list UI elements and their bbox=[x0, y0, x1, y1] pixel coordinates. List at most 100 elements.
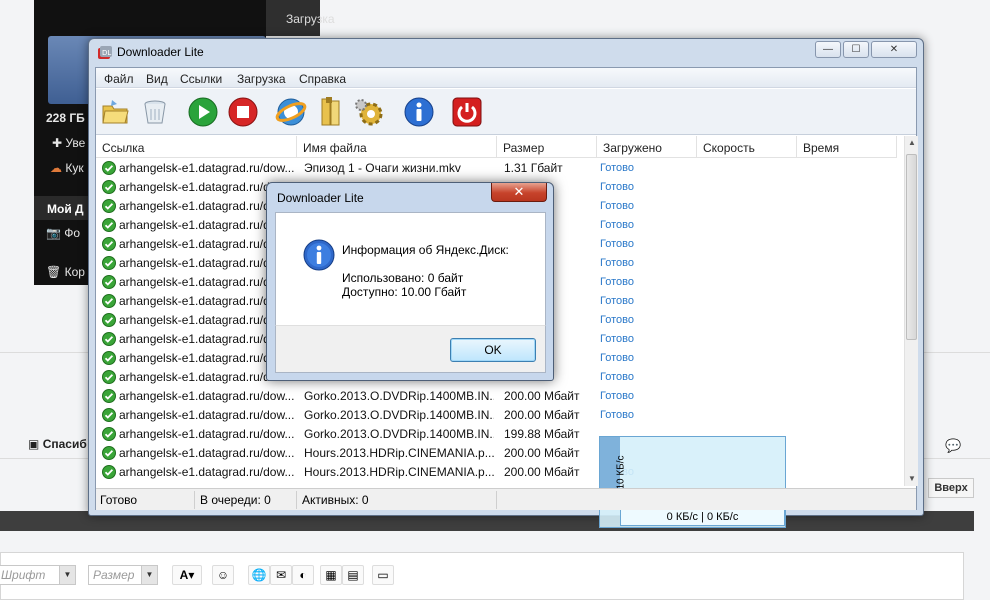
close-button[interactable]: ✕ bbox=[871, 41, 917, 58]
menu-links[interactable]: Ссылки bbox=[180, 72, 222, 86]
check-icon bbox=[102, 370, 116, 384]
picture-icon[interactable]: ▦ bbox=[320, 565, 342, 585]
column-header-time[interactable]: Время bbox=[797, 136, 897, 158]
font-combo[interactable]: Шрифт ▼ bbox=[0, 565, 76, 585]
cell-downloaded: Готово bbox=[600, 295, 634, 307]
yandex-disk-info-dialog: Downloader Lite ✕ Информация об Яндекс.Д… bbox=[266, 182, 554, 381]
sidebar-item-photos[interactable]: 📷 Фо bbox=[46, 226, 80, 240]
cell-size: 200.00 Мбайт bbox=[504, 446, 580, 460]
scrollbar-thumb[interactable] bbox=[906, 154, 917, 340]
cell-downloaded: Готово bbox=[600, 352, 634, 364]
ie-browser-icon[interactable] bbox=[274, 95, 308, 129]
power-icon[interactable] bbox=[450, 95, 484, 129]
open-folder-icon[interactable] bbox=[98, 95, 132, 129]
background-top-tab[interactable]: Загрузка bbox=[266, 0, 335, 36]
check-icon bbox=[102, 161, 116, 175]
status-separator bbox=[296, 491, 297, 509]
link-icon[interactable]: 🌐 bbox=[248, 565, 270, 585]
scroll-up-button[interactable]: Вверх bbox=[928, 478, 974, 498]
cell-filename: Gorko.2013.O.DVDRip.1400MB.IN... bbox=[304, 408, 494, 422]
column-header-filename[interactable]: Имя файла bbox=[297, 136, 497, 158]
video-icon[interactable]: ▤ bbox=[342, 565, 364, 585]
check-icon bbox=[102, 218, 116, 232]
cell-downloaded: Готово bbox=[600, 200, 634, 212]
cell-filename: Hours.2013.HDRip.CINEMANIA.p... bbox=[304, 446, 494, 460]
cell-filename: Hours.2013.HDRip.CINEMANIA.p... bbox=[304, 465, 494, 479]
check-icon bbox=[102, 408, 116, 422]
table-row[interactable]: arhangelsk-e1.datagrad.ru/dow... Gorko.20… bbox=[96, 387, 896, 406]
cell-link: arhangelsk-e1.datagrad.ru/dow... bbox=[119, 465, 295, 479]
ok-button[interactable]: OK bbox=[450, 338, 536, 362]
stop-icon[interactable] bbox=[226, 95, 260, 129]
status-queue: В очереди: 0 bbox=[200, 493, 271, 507]
thanks-button[interactable]: ▣ Спасиб bbox=[28, 437, 87, 451]
check-icon bbox=[102, 446, 116, 460]
cell-size: 1.31 Гбайт bbox=[504, 161, 563, 175]
menu-help[interactable]: Справка bbox=[299, 72, 346, 86]
check-icon bbox=[102, 465, 116, 479]
cell-filename: Gorko.2013.O.DVDRip.1400MB.IN... bbox=[304, 389, 494, 403]
status-state: Готово bbox=[100, 493, 138, 507]
cell-link: arhangelsk-e1.datagrad.ru/dow... bbox=[119, 389, 295, 403]
status-bar: Готово В очереди: 0 Активных: 0 bbox=[96, 488, 916, 510]
cell-link: arhangelsk-e1.datagrad.ru/dow... bbox=[119, 427, 295, 441]
menu-file[interactable]: Файл bbox=[104, 72, 134, 86]
window-titlebar[interactable]: DL Downloader Lite — ☐ ✕ bbox=[89, 39, 923, 65]
cell-link: arhangelsk-e1.datagrad.ru/dow... bbox=[119, 408, 295, 422]
cell-size: 200.00 Мбайт bbox=[504, 389, 580, 403]
column-header-size[interactable]: Размер bbox=[497, 136, 597, 158]
menu-download[interactable]: Загрузка bbox=[237, 72, 286, 86]
recycle-bin-icon[interactable] bbox=[138, 95, 172, 129]
status-separator bbox=[194, 491, 195, 509]
menu-view[interactable]: Вид bbox=[146, 72, 168, 86]
folder-books-icon[interactable] bbox=[314, 95, 348, 129]
image-icon[interactable]: ◐ bbox=[292, 565, 314, 585]
cell-downloaded: Готово bbox=[600, 390, 634, 402]
cell-filename: Эпизод 1 - Очаги жизни.mkv bbox=[304, 161, 461, 175]
settings-gear-icon[interactable] bbox=[352, 95, 386, 129]
info-icon bbox=[303, 239, 335, 271]
camera-icon: 📷 bbox=[46, 226, 61, 240]
cell-link: arhangelsk-e1.datagrad.ru/dow... bbox=[119, 161, 295, 175]
table-row[interactable]: arhangelsk-e1.datagrad.ru/dow... Gorko.20… bbox=[96, 406, 896, 425]
scroll-down-arrow-icon[interactable]: ▼ bbox=[905, 472, 919, 486]
sidebar-item-label: Уве bbox=[65, 136, 86, 150]
cell-downloaded: Готово bbox=[600, 181, 634, 193]
column-header-downloaded[interactable]: Загружено bbox=[597, 136, 697, 158]
sidebar-menu-header: Мой Д bbox=[34, 196, 94, 220]
minimize-button[interactable]: — bbox=[815, 41, 841, 58]
speed-axis-label: 10 КБ/с bbox=[615, 455, 627, 490]
column-header-speed[interactable]: Скорость bbox=[697, 136, 797, 158]
cell-downloaded: Готово bbox=[600, 314, 634, 326]
cell-link: arhangelsk-e1.datagrad.ru/dow... bbox=[119, 446, 295, 460]
check-icon bbox=[102, 237, 116, 251]
quote-reply-icon[interactable]: 💬 bbox=[945, 438, 961, 454]
check-icon bbox=[102, 275, 116, 289]
cell-size: 199.88 Мбайт bbox=[504, 427, 580, 441]
text-color-button[interactable]: A▾ bbox=[172, 565, 202, 585]
smiley-icon[interactable]: ☺ bbox=[212, 565, 234, 585]
email-icon[interactable]: ✉ bbox=[270, 565, 292, 585]
info-icon[interactable] bbox=[402, 95, 436, 129]
sidebar-item-trash[interactable]: 🗑 Кор bbox=[46, 265, 85, 279]
table-row[interactable]: arhangelsk-e1.datagrad.ru/dow... Эпизод 1… bbox=[96, 159, 896, 178]
quote-icon[interactable]: ▭ bbox=[372, 565, 394, 585]
column-header-link[interactable]: Ссылка bbox=[96, 136, 297, 158]
thanks-label: Спасиб bbox=[42, 437, 87, 451]
check-icon bbox=[102, 389, 116, 403]
dialog-close-button[interactable]: ✕ bbox=[491, 183, 547, 202]
sidebar-item-2[interactable]: ☁ Кук bbox=[50, 161, 84, 175]
list-scrollbar[interactable]: ▲ ▼ bbox=[904, 136, 918, 486]
speed-graph-widget: 10 КБ/с 0 КБ/с | 0 КБ/с bbox=[599, 436, 786, 528]
maximize-button[interactable]: ☐ bbox=[843, 41, 869, 58]
size-combo[interactable]: Размер ▼ bbox=[88, 565, 158, 585]
dialog-footer: OK bbox=[275, 325, 546, 373]
start-icon[interactable] bbox=[186, 95, 220, 129]
scroll-up-arrow-icon[interactable]: ▲ bbox=[905, 136, 919, 150]
dialog-message: Информация об Яндекс.Диск: Использовано:… bbox=[342, 243, 509, 299]
toolbar bbox=[96, 89, 916, 135]
cell-filename: Gorko.2013.O.DVDRip.1400MB.IN... bbox=[304, 427, 494, 441]
sidebar-item-1[interactable]: ✚ Уве bbox=[52, 136, 85, 150]
cell-size: 200.00 Мбайт bbox=[504, 465, 580, 479]
chevron-down-icon: ▼ bbox=[59, 566, 75, 584]
